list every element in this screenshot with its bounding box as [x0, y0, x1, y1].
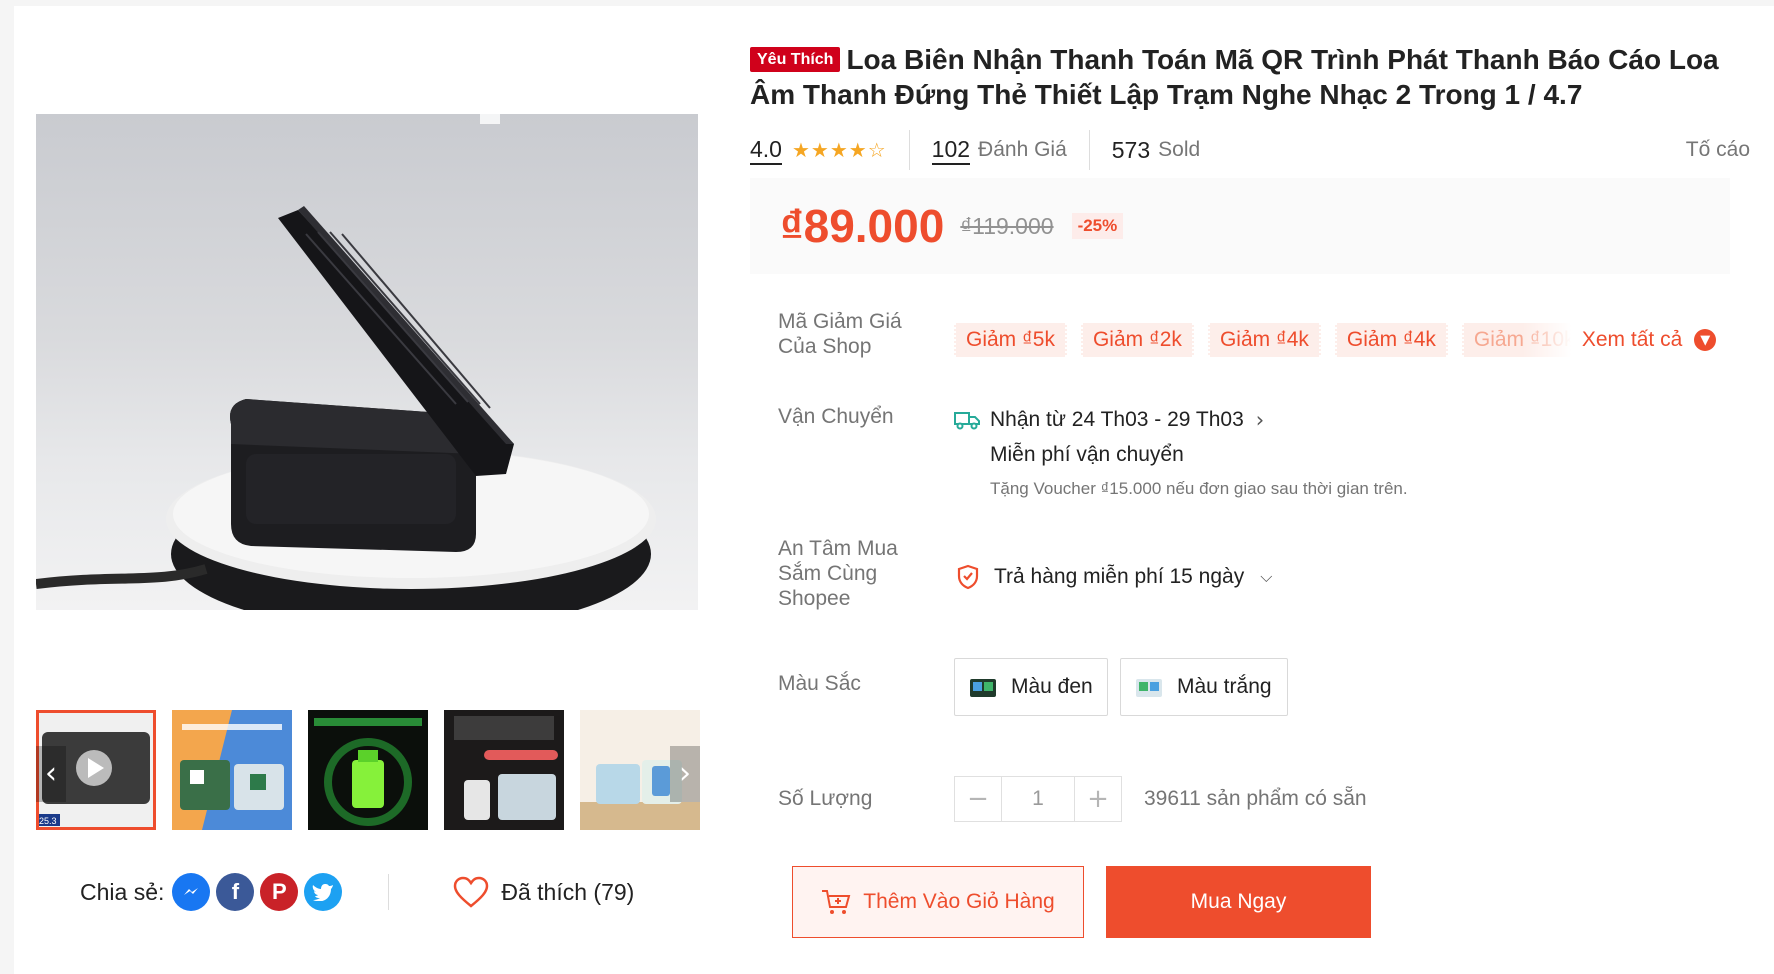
quantity-label: Số Lượng — [778, 787, 873, 810]
messenger-icon[interactable] — [172, 873, 211, 911]
heart-icon — [454, 876, 489, 908]
star-outline-icon: ☆ — [867, 138, 886, 162]
thumbnail-4[interactable] — [444, 710, 564, 830]
variant-black-label: Màu đen — [1011, 675, 1093, 698]
voucher-chip[interactable]: Giảm ₫5k — [954, 323, 1067, 357]
stock-available: 39611 sản phẩm có sẵn — [1144, 787, 1367, 810]
return-policy-text: Trả hàng miễn phí 15 ngày — [994, 565, 1245, 588]
voucher-chip[interactable]: Giảm ₫4k — [1207, 323, 1321, 357]
discount-badge: -25% — [1071, 213, 1124, 239]
favorite-badge: Yêu Thích — [750, 47, 841, 72]
star-icon: ★ — [791, 138, 810, 162]
quantity-increase-button[interactable]: + — [1075, 777, 1121, 821]
return-policy[interactable]: Trả hàng miễn phí 15 ngày ⌵ — [956, 564, 1272, 590]
rating-stars: ★ ★ ★ ★ ☆ — [792, 138, 887, 162]
share-label: Chia sẻ: — [80, 878, 165, 905]
thumbnail-2[interactable] — [172, 710, 292, 830]
thumbnail-5[interactable]: › — [580, 710, 700, 830]
thumbnail-strip: 25.3 ‹ › — [36, 706, 704, 830]
variant-white-label: Màu trắng — [1177, 675, 1272, 698]
thumbnail-next-arrow[interactable]: › — [670, 746, 700, 802]
shield-icon — [957, 564, 979, 590]
buy-now-button[interactable]: Mua Ngay — [1106, 866, 1371, 938]
stats-divider — [908, 130, 910, 170]
vouchers-label: Mã Giảm Giá Của Shop — [778, 310, 902, 358]
cart-icon — [822, 890, 851, 914]
delivery-date: Nhận từ 24 Th03 - 29 Th03 — [990, 408, 1244, 431]
pinterest-icon[interactable]: P — [260, 873, 299, 911]
product-stats: 4.0 ★ ★ ★ ★ ☆ 102 Đánh Giá 573 Sold Tố c… — [750, 130, 1750, 170]
add-to-cart-button[interactable]: Thêm Vào Giỏ Hàng — [792, 866, 1084, 938]
shipping-label: Vận Chuyển — [778, 405, 894, 428]
voucher-chip[interactable]: Giảm ₫2k — [1080, 323, 1194, 357]
variant-thumbnail-icon — [970, 679, 996, 697]
product-title: Yêu Thích Loa Biên Nhận Thanh Toán Mã QR … — [750, 42, 1750, 112]
star-icon: ★ — [810, 138, 829, 162]
sold-label: Sold — [1158, 138, 1201, 161]
see-all-vouchers[interactable]: Xem tất cả ▼ — [1581, 328, 1717, 352]
voucher-chip[interactable]: Giảm ₫10k — [1461, 323, 1572, 357]
quantity-stepper: − 1 + — [954, 776, 1122, 822]
voucher-list: Giảm ₫5k Giảm ₫2k Giảm ₫4k Giảm ₫4k Giảm… — [954, 322, 1717, 358]
truck-icon — [954, 412, 980, 430]
variant-white[interactable]: Màu trắng — [1120, 658, 1288, 716]
product-main-image[interactable] — [36, 114, 698, 610]
add-to-cart-label: Thêm Vào Giỏ Hàng — [863, 890, 1055, 913]
share-divider — [388, 874, 390, 910]
voucher-chip[interactable]: Giảm ₫4k — [1334, 323, 1448, 357]
variant-thumbnail-icon — [1136, 679, 1162, 697]
free-shipping: Miễn phí vận chuyển — [990, 443, 1184, 466]
stats-divider — [1088, 130, 1090, 170]
svg-text:25.3: 25.3 — [39, 816, 57, 826]
chevron-down-icon: ▼ — [1694, 329, 1717, 351]
see-all-label: Xem tất cả — [1581, 328, 1683, 351]
thumbnail-3[interactable] — [308, 710, 428, 830]
star-icon: ★ — [829, 138, 848, 162]
chevron-right-icon: › — [1255, 408, 1265, 432]
assurance-label: An Tâm Mua Sắm Cùng Shopee — [778, 537, 898, 610]
variant-black[interactable]: Màu đen — [954, 658, 1108, 716]
thumbnail-prev-arrow[interactable]: ‹ — [36, 746, 66, 802]
share-row: Chia sẻ: f P Đã thích (79) — [80, 870, 720, 914]
shipping-voucher-note: Tặng Voucher ₫15.000 nếu đơn giao sau th… — [990, 479, 1408, 498]
like-count-label: Đã thích (79) — [501, 878, 635, 905]
like-button[interactable]: Đã thích (79) — [453, 876, 634, 908]
rating-value[interactable]: 4.0 — [750, 135, 782, 165]
quantity-decrease-button[interactable]: − — [955, 777, 1001, 821]
product-title-text: Loa Biên Nhận Thanh Toán Mã QR Trình Phá… — [750, 44, 1719, 110]
original-price: ₫119.000 — [960, 212, 1054, 239]
thumbnail-video[interactable]: 25.3 ‹ — [36, 710, 156, 830]
reviews-count[interactable]: 102 — [931, 135, 971, 165]
reviews-label: Đánh Giá — [978, 138, 1067, 161]
twitter-icon[interactable] — [304, 873, 343, 911]
product-card: 25.3 ‹ › Chia sẻ: f P Đã thích (79) Yêu … — [14, 6, 1774, 974]
report-link[interactable]: Tố cáo — [1686, 138, 1750, 162]
delivery-estimate[interactable]: Nhận từ 24 Th03 - 29 Th03 › — [954, 408, 1264, 432]
current-price: ₫89.000 — [780, 200, 945, 252]
sold-count: 573 — [1111, 137, 1151, 163]
facebook-icon[interactable]: f — [216, 873, 255, 911]
quantity-input[interactable]: 1 — [1001, 777, 1075, 821]
chevron-down-icon: ⌵ — [1260, 567, 1273, 586]
color-label: Màu Sắc — [778, 672, 861, 695]
star-icon: ★ — [848, 138, 867, 162]
price-box: ₫89.000 ₫119.000 -25% — [750, 178, 1730, 274]
